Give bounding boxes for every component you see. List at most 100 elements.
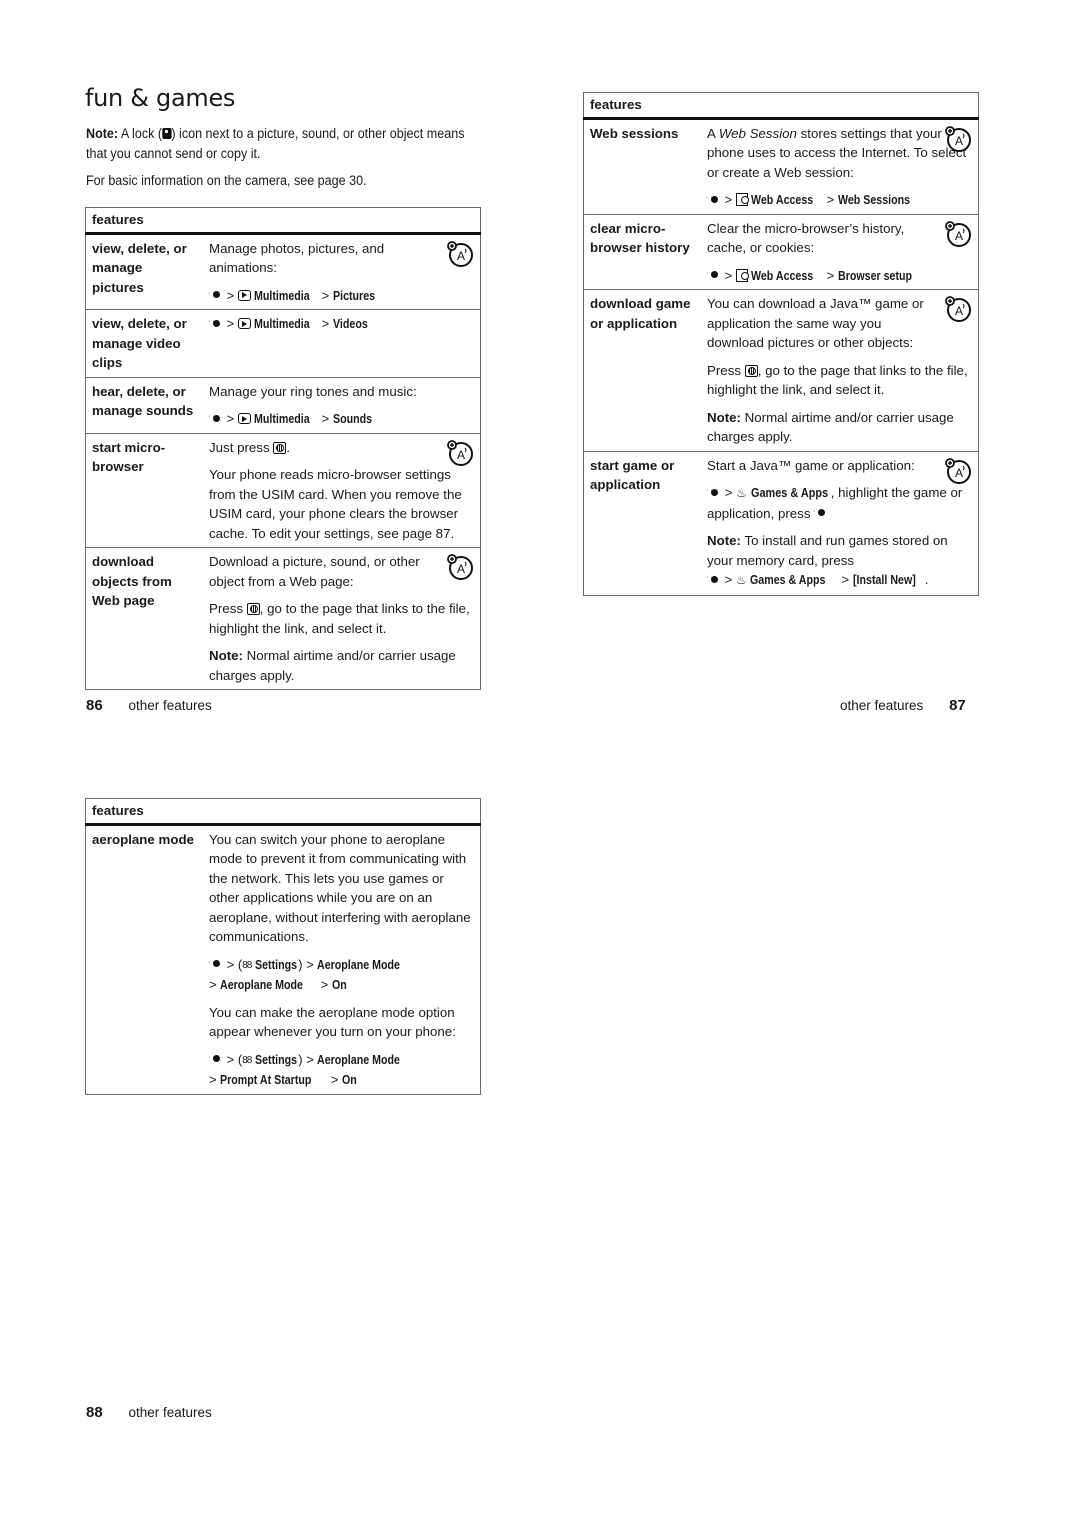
svg-text:A: A: [457, 249, 465, 263]
nav-key-icon: [208, 312, 223, 332]
menu-path: > Web Access > Web Sessions: [706, 188, 972, 210]
network-service-icon: A: [447, 554, 473, 580]
browser-key-icon: [273, 441, 287, 454]
nav-key-icon: [208, 953, 223, 972]
nav-key-icon: [208, 284, 223, 303]
network-service-icon: A: [945, 220, 971, 247]
feature-description: Manage photos, pictures, and animations:: [209, 240, 385, 276]
feature-description: Manage your ring tones and music:: [209, 383, 417, 399]
feature-description: You can switch your phone to aeroplane m…: [209, 831, 471, 945]
features-table-86: features view, delete, or manage picture…: [85, 207, 481, 690]
feature-description: Download a picture, sound, or other obje…: [209, 554, 420, 589]
page-footer-88: 88 other features: [86, 1404, 212, 1421]
feature-description-detail: You can make the aeroplane mode option a…: [209, 1004, 456, 1040]
nav-key-icon: [706, 264, 721, 283]
page-title: fun & games: [85, 84, 236, 112]
footer-label: other features: [840, 698, 924, 713]
footer-label: other features: [128, 698, 212, 713]
table-row: view, delete, or manage pictures A Manag…: [86, 233, 481, 310]
note-label: Note:: [86, 126, 119, 141]
feature-description: Clear the micro-browser’s history, cache…: [707, 220, 905, 256]
table-row: start micro-browser A Just press . Your …: [85, 432, 481, 548]
network-service-icon: A: [945, 296, 971, 322]
table-row: Web sessions A A Web Session stores sett…: [584, 118, 979, 214]
svg-text:A: A: [457, 562, 465, 576]
lock-icon: [162, 128, 172, 139]
svg-text:A: A: [457, 448, 465, 462]
usage-note: Note: Normal airtime and/or carrier usag…: [707, 409, 954, 445]
browser-key-icon: [246, 603, 260, 615]
settings-icon: 88: [242, 1054, 252, 1066]
svg-text:A: A: [955, 466, 963, 480]
network-service-icon: A: [447, 240, 473, 267]
feature-name: start micro-browser: [85, 432, 203, 548]
multimedia-icon: [237, 318, 251, 329]
feature-description-detail: Press , go to the page that links to the…: [707, 362, 968, 398]
table-row: view, delete, or manage video clips > Mu…: [85, 309, 481, 377]
svg-text:A: A: [955, 134, 963, 148]
page-footer-86: 86 other features: [86, 697, 212, 714]
feature-description-detail: Press , go to the page that links to the…: [209, 601, 470, 636]
footer-label: other features: [128, 1405, 212, 1420]
nav-key-icon: [706, 568, 721, 588]
feature-name: download objects from Web page: [85, 547, 203, 690]
feature-description: Start a Java™ game or application:: [707, 457, 915, 473]
browser-key-icon: [744, 364, 758, 377]
menu-path: > (88 Settings) > Aeroplane Mode> Aeropl…: [208, 953, 474, 995]
feature-name: hear, delete, or manage sounds: [85, 376, 203, 433]
table-header: features: [85, 207, 481, 235]
table-row: aeroplane mode You can switch your phone…: [86, 824, 481, 1094]
table-row: download game or application A You can d…: [583, 289, 979, 451]
web-access-icon: [735, 193, 749, 206]
table-row: start game or application A Start a Java…: [583, 450, 979, 595]
features-table-87: features Web sessions A A Web Session st…: [583, 92, 979, 596]
feature-description: Just press .: [209, 439, 291, 455]
camera-note: For basic information on the camera, see…: [86, 173, 367, 188]
feature-description-detail: Your phone reads micro-browser settings …: [209, 467, 462, 541]
usage-note: Note: Normal airtime and/or carrier usag…: [209, 648, 456, 683]
multimedia-icon: [237, 289, 251, 301]
menu-path: > Multimedia > Sounds: [208, 407, 474, 429]
install-note: Note: To install and run games stored on…: [706, 531, 972, 591]
nav-key-icon: [208, 1048, 223, 1067]
network-service-icon: A: [945, 457, 971, 484]
web-access-icon: [735, 268, 749, 282]
feature-name: clear micro-browser history: [583, 213, 701, 290]
feature-name: view, delete, or manage pictures: [92, 240, 187, 295]
menu-path: > (88 Settings) > Aeroplane Mode> Prompt…: [208, 1048, 474, 1090]
svg-text:A: A: [955, 229, 963, 243]
multimedia-icon: [237, 413, 251, 424]
page-footer-87: other features 87: [840, 697, 966, 714]
lock-note: Note: A lock () icon next to a picture, …: [86, 126, 465, 161]
table-header: features: [583, 92, 979, 120]
features-table-88: features aeroplane mode You can switch y…: [85, 798, 481, 1095]
games-icon: ♨: [735, 573, 747, 587]
feature-name: view, delete, or manage video clips: [85, 309, 203, 377]
table-row: hear, delete, or manage sounds Manage yo…: [85, 376, 481, 433]
feature-name: start game or application: [583, 450, 701, 595]
menu-path: > Web Access > Browser setup: [706, 264, 972, 286]
page-number: 86: [86, 697, 103, 714]
feature-name: aeroplane mode: [92, 831, 194, 847]
page-number: 87: [949, 697, 966, 714]
table-header: features: [85, 798, 481, 826]
table-row: clear micro-browser history A Clear the …: [583, 213, 979, 290]
network-service-icon: A: [447, 439, 473, 466]
table-row: download objects from Web page A Downloa…: [85, 547, 481, 690]
nav-key-icon: [706, 188, 721, 208]
feature-description-detail: > ♨ Games & Apps, highlight the game or …: [706, 481, 972, 523]
nav-key-icon: [706, 481, 721, 501]
menu-path: > Multimedia > Videos: [208, 312, 474, 334]
feature-description: You can download a Java™ game or applica…: [707, 296, 924, 350]
network-service-icon: A: [945, 125, 971, 152]
settings-icon: 88: [242, 959, 252, 971]
feature-name: download game or application: [583, 289, 701, 451]
nav-key-icon: [813, 502, 828, 521]
menu-path: > Multimedia > Pictures: [208, 284, 474, 306]
nav-key-icon: [208, 407, 223, 427]
svg-text:A: A: [955, 304, 963, 318]
games-icon: ♨: [736, 486, 747, 500]
feature-name: Web sessions: [590, 125, 679, 141]
page-number: 88: [86, 1404, 103, 1421]
feature-description: A Web Session stores settings that your …: [707, 125, 967, 180]
